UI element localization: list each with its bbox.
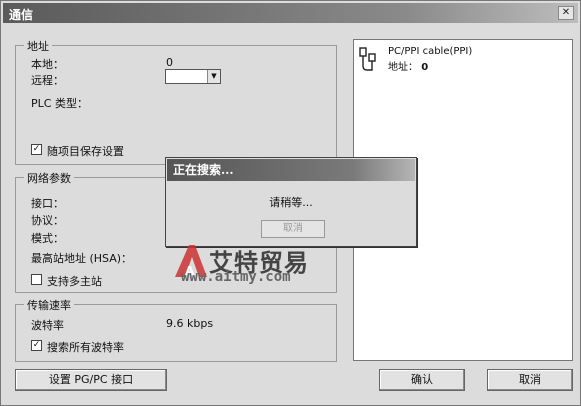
local-label: 本地： <box>31 58 64 71</box>
multi-master-label: 支持多主站 <box>47 275 102 288</box>
cancel-button[interactable]: 取消 <box>487 369 573 391</box>
device-name[interactable]: PC/PPI cable(PPI) <box>388 46 472 57</box>
network-group-title: 网络参数 <box>24 170 74 186</box>
window-title: 通信 <box>9 8 34 22</box>
search-all-baud-checkbox[interactable]: ✓ <box>31 340 42 351</box>
device-address-value: 0 <box>421 62 429 73</box>
interface-label: 接口： <box>31 197 64 210</box>
searching-dialog-cancel-button[interactable]: 取消 <box>261 220 325 238</box>
local-value: 0 <box>166 56 173 69</box>
title-bar: 通信 ✕ <box>3 3 578 23</box>
close-button[interactable]: ✕ <box>558 6 574 20</box>
pc-ppi-cable-icon <box>359 47 376 71</box>
save-settings-checkbox[interactable]: ✓ <box>31 144 42 155</box>
remote-address-combo[interactable]: ▼ <box>165 69 221 84</box>
remote-label: 远程： <box>31 74 64 87</box>
baud-label: 波特率 <box>31 319 64 332</box>
set-pg-pc-interface-button[interactable]: 设置 PG/PC 接口 <box>15 369 167 391</box>
chevron-down-icon[interactable]: ▼ <box>207 70 220 83</box>
save-settings-label: 随项目保存设置 <box>47 145 124 158</box>
protocol-label: 协议： <box>31 214 64 227</box>
searching-dialog-message: 请稍等... <box>269 196 313 209</box>
watermark-url: www.aitmy.com <box>181 269 291 285</box>
address-group-title: 地址 <box>24 38 52 54</box>
mode-label: 模式： <box>31 232 64 245</box>
plc-type-label: PLC 类型： <box>31 97 88 110</box>
device-address: 地址： 0 <box>388 58 428 73</box>
watermark: A 艾特贸易 www.aitmy.com <box>171 241 351 285</box>
communication-window: 通信 ✕ 地址 本地： 0 远程： ▼ PLC 类型： ✓ 随项目保存设置 网络… <box>0 0 581 406</box>
searching-dialog-title: 正在搜索... <box>167 159 415 181</box>
search-all-baud-label: 搜索所有波特率 <box>47 341 124 354</box>
hsa-label: 最高站地址 (HSA)： <box>31 252 133 265</box>
baud-value: 9.6 kbps <box>166 317 214 330</box>
ok-button[interactable]: 确认 <box>379 369 465 391</box>
multi-master-checkbox[interactable] <box>31 274 42 285</box>
searching-dialog: 正在搜索... 请稍等... 取消 <box>165 157 417 247</box>
device-address-label: 地址： <box>388 62 418 73</box>
baud-group-title: 传输速率 <box>24 297 74 313</box>
